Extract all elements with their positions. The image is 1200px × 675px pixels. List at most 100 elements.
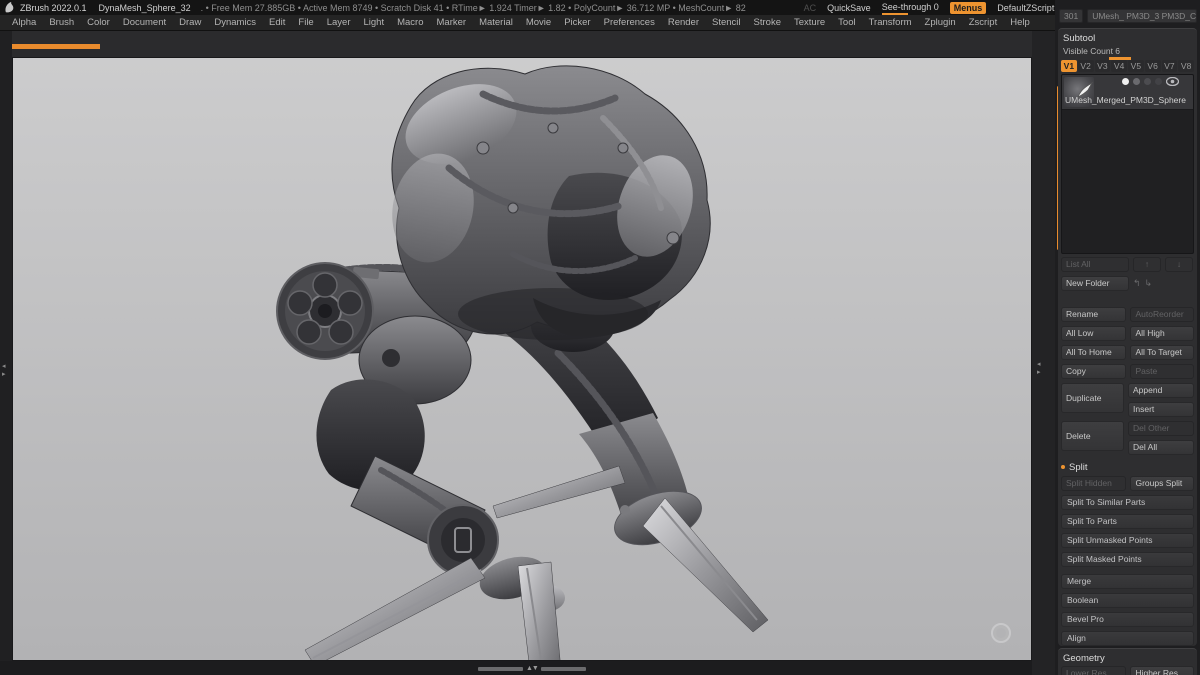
subtool-palette: Subtool Visible Count 6 V1V2V3V4V5V6V7V8 [1058,28,1197,646]
all-low-button[interactable]: All Low [1061,326,1126,341]
move-down-button[interactable]: ↓ [1165,257,1193,272]
right-tray-handle[interactable]: ◂ ▸ [1037,361,1041,377]
move-up-button[interactable]: ↑ [1133,257,1161,272]
menu-item[interactable]: Light [363,17,384,28]
see-through-slider[interactable]: See-through 0 [882,2,939,13]
bottom-tray-handle[interactable]: ▲▼ [478,666,586,672]
sculpt-canvas[interactable] [12,57,1032,661]
tool-shelf-button[interactable]: UMesh_ PM3D_3 PM3D_C [1087,9,1197,23]
menu-item[interactable]: Draw [179,17,201,28]
folder-move-out-icon[interactable]: ↰ [1133,278,1141,289]
menu-item[interactable]: Marker [437,17,467,28]
menu-item[interactable]: Transform [869,17,912,28]
split-action-button[interactable]: Split To Parts [1061,514,1194,529]
left-tray: ◂ ▸ [0,31,12,675]
menu-item[interactable]: Render [668,17,699,28]
tool-shelf-button[interactable]: 301 [1059,9,1083,23]
del-other-button[interactable]: Del Other [1128,421,1194,436]
menu-item[interactable]: Dynamics [214,17,256,28]
rename-button[interactable]: Rename [1061,307,1126,322]
mask-icon[interactable] [1155,78,1162,85]
delete-button[interactable]: Delete [1061,421,1124,451]
menu-item[interactable]: Movie [526,17,551,28]
right-tray-divider: ◂ ▸ [1032,31,1055,675]
menu-item[interactable]: Document [123,17,166,28]
groups-split-button[interactable]: Groups Split [1130,476,1194,491]
handle-bar [478,667,523,671]
subtool-view-tab[interactable]: V2 [1078,60,1094,72]
menu-item[interactable]: Brush [49,17,74,28]
menu-item[interactable]: Stencil [712,17,741,28]
all-to-target-button[interactable]: All To Target [1130,345,1194,360]
subtool-view-tab[interactable]: V7 [1162,60,1178,72]
subtool-list-item[interactable]: UMesh_Merged_PM3D_Sphere [1062,75,1193,110]
subtool-subsection[interactable]: Bevel Pro [1061,612,1194,627]
duplicate-button[interactable]: Duplicate [1061,383,1124,413]
lower-res-button[interactable]: Lower Res [1061,666,1126,675]
visible-count-indicator [1109,57,1131,60]
split-action-button[interactable]: Split To Similar Parts [1061,495,1194,510]
menu-item[interactable]: Stroke [754,17,781,28]
menu-item[interactable]: Preferences [604,17,655,28]
list-all-button[interactable]: List All [1061,257,1129,272]
menu-item[interactable]: Picker [564,17,590,28]
geometry-palette-title[interactable]: Geometry [1061,652,1194,666]
subtool-view-tab[interactable]: V8 [1178,60,1194,72]
visible-count: Visible Count 6 [1061,46,1194,60]
insert-button[interactable]: Insert [1128,402,1194,417]
subtool-list[interactable]: UMesh_Merged_PM3D_Sphere [1061,74,1194,254]
menu-item[interactable]: Edit [269,17,285,28]
menus-toggle-button[interactable]: Menus [950,2,987,14]
menu-item[interactable]: Color [87,17,110,28]
menu-item[interactable]: Tool [838,17,855,28]
copy-button[interactable]: Copy [1061,364,1126,379]
menu-item[interactable]: Alpha [12,17,36,28]
new-folder-button[interactable]: New Folder [1061,276,1129,291]
left-tray-handle[interactable]: ◂ ▸ [2,363,6,379]
memory-stats: . • Free Mem 27.885GB • Active Mem 8749 … [201,3,746,13]
split-action-button[interactable]: Split Masked Points [1061,552,1194,567]
mech-model[interactable] [13,58,1031,660]
polypaint-on-icon[interactable] [1122,78,1129,85]
eye-visibility-icon[interactable] [1166,77,1179,86]
menu-item[interactable]: Texture [794,17,825,28]
subtool-view-tab[interactable]: V3 [1095,60,1111,72]
menu-item[interactable]: Macro [397,17,423,28]
right-tray-panel: 301 UMesh_ PM3D_3 PM3D_C Subtool Visible… [1055,0,1200,675]
subtool-view-tab[interactable]: V1 [1061,60,1077,72]
uv-icon[interactable] [1144,78,1151,85]
all-to-home-button[interactable]: All To Home [1061,345,1126,360]
subtool-subsection[interactable]: Align [1061,631,1194,646]
section-bullet-icon [1061,465,1065,469]
menu-item[interactable]: Zplugin [925,17,956,28]
quicksave-button[interactable]: QuickSave [827,3,871,13]
menu-item[interactable]: Zscript [969,17,998,28]
default-zscript-button[interactable]: DefaultZScript [997,3,1054,13]
subtool-palette-title[interactable]: Subtool [1061,32,1194,46]
canvas-nav-widget[interactable] [991,623,1011,643]
append-button[interactable]: Append [1128,383,1194,398]
geometry-palette: Geometry Lower Res Higher Res [1058,648,1197,675]
split-action-button[interactable]: Split Unmasked Points [1061,533,1194,548]
titlebar: ZBrush 2022.0.1 DynaMesh_Sphere_32 . • F… [0,0,1200,15]
folder-move-in-icon[interactable]: ↳ [1145,278,1153,289]
subtool-subsection[interactable]: Boolean [1061,593,1194,608]
ac-toggle[interactable]: AC [804,3,817,13]
del-all-button[interactable]: Del All [1128,440,1194,455]
subtool-subsection[interactable]: Merge [1061,574,1194,589]
menu-item[interactable]: Material [479,17,513,28]
menu-item[interactable]: File [298,17,313,28]
polypaint-off-icon[interactable] [1133,78,1140,85]
subtool-view-tab[interactable]: V6 [1145,60,1161,72]
menu-item[interactable]: Help [1010,17,1030,28]
split-hidden-button[interactable]: Split Hidden [1061,476,1126,491]
subtool-view-tab[interactable]: V5 [1128,60,1144,72]
all-high-button[interactable]: All High [1130,326,1194,341]
autoreorder-button[interactable]: AutoReorder [1130,307,1194,322]
split-section-header[interactable]: Split [1061,459,1194,476]
active-tool-name: DynaMesh_Sphere_32 [99,3,191,13]
higher-res-button[interactable]: Higher Res [1130,666,1194,675]
menu-item[interactable]: Layer [327,17,351,28]
subtool-view-tab[interactable]: V4 [1111,60,1127,72]
paste-button[interactable]: Paste [1130,364,1194,379]
